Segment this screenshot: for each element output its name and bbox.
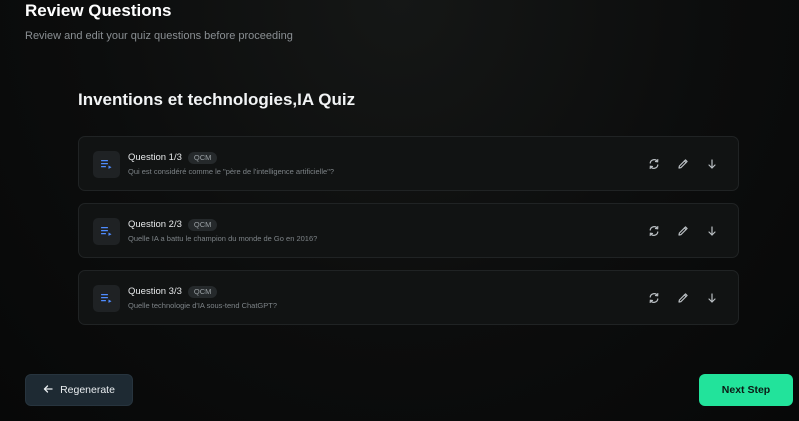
question-type-badge: QCM [187,286,218,298]
question-label: Question 3/3 [128,286,182,297]
regenerate-button[interactable]: Regenerate [25,374,133,406]
list-icon [93,218,120,245]
question-type-badge: QCM [187,152,218,164]
list-icon [93,285,120,312]
pencil-icon[interactable] [675,223,691,239]
question-card: Question 3/3 QCM Quelle technologie d'IA… [78,270,739,325]
arrow-down-icon[interactable] [704,290,720,306]
page-title: Review Questions [25,1,172,20]
list-icon [93,151,120,178]
regenerate-label: Regenerate [60,384,115,396]
next-step-label: Next Step [721,384,771,396]
question-header: Question 1/3 QCM [128,152,218,164]
question-label: Question 1/3 [128,152,182,163]
quiz-title: Inventions et technologies,IA Quiz [78,90,356,109]
question-type-badge: QCM [187,219,218,231]
next-step-button[interactable]: Next Step [699,374,793,406]
question-text: Quelle IA a battu le champion du monde d… [128,234,318,243]
arrow-down-icon[interactable] [704,223,720,239]
arrow-left-icon [43,384,53,397]
question-text: Quelle technologie d'IA sous-tend ChatGP… [128,301,278,310]
question-actions [646,223,720,239]
question-header: Question 2/3 QCM [128,219,218,231]
question-card: Question 1/3 QCM Qui est considéré comme… [78,136,739,191]
question-text: Qui est considéré comme le "père de l'in… [128,167,335,176]
question-list: Question 1/3 QCM Qui est considéré comme… [78,136,739,325]
pencil-icon[interactable] [675,156,691,172]
question-actions [646,156,720,172]
review-questions-page: Review Questions Review and edit your qu… [0,0,799,421]
refresh-icon[interactable] [646,290,662,306]
question-card: Question 2/3 QCM Quelle IA a battu le ch… [78,203,739,258]
arrow-down-icon[interactable] [704,156,720,172]
question-header: Question 3/3 QCM [128,286,218,298]
question-actions [646,290,720,306]
question-label: Question 2/3 [128,219,182,230]
pencil-icon[interactable] [675,290,691,306]
refresh-icon[interactable] [646,156,662,172]
page-subtitle: Review and edit your quiz questions befo… [25,30,293,42]
refresh-icon[interactable] [646,223,662,239]
